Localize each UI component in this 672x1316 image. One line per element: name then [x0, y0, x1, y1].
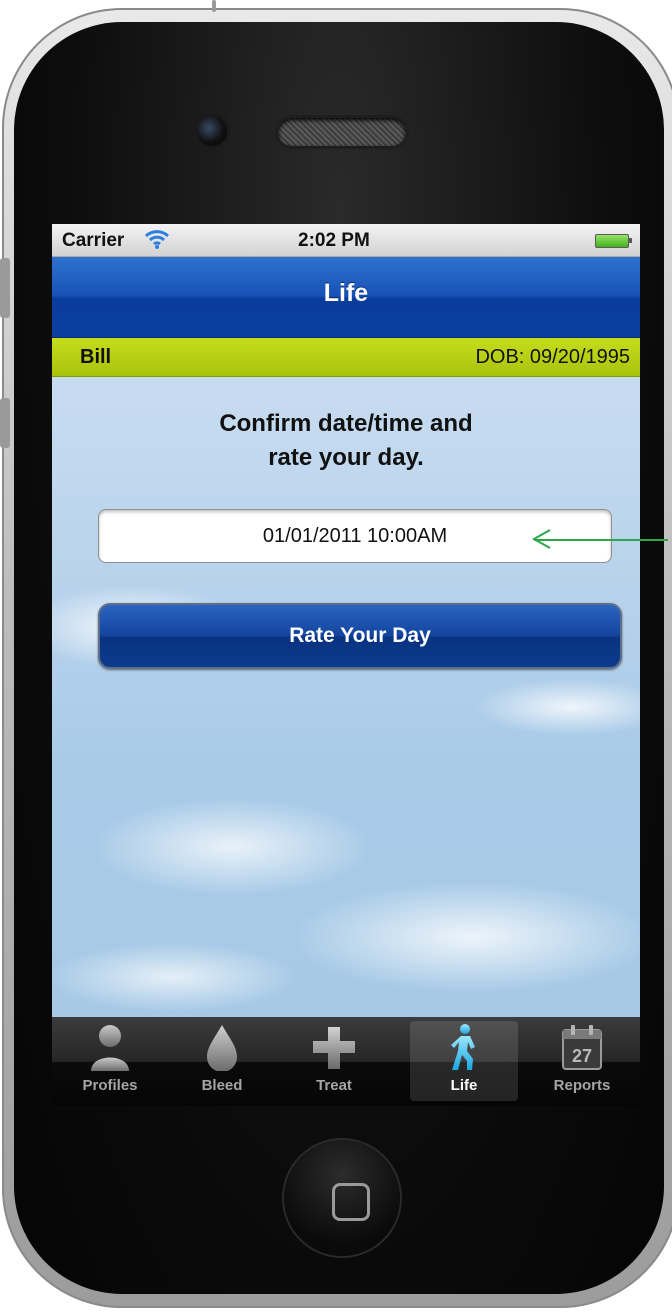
wifi-icon [144, 230, 170, 249]
rate-your-day-button[interactable]: Rate Your Day [98, 603, 622, 669]
status-time: 2:02 PM [298, 230, 370, 251]
annotation-arrow-line [534, 539, 668, 541]
front-camera [197, 116, 227, 146]
calendar-day-number: 27 [572, 1046, 592, 1066]
tab-reports[interactable]: 27 Reports [526, 1017, 638, 1106]
tab-life[interactable]: Life [410, 1021, 518, 1101]
app-screen: Carrier 2:02 PM Life Bill DOB: 09/20/199… [52, 224, 640, 1106]
tab-profiles[interactable]: Profiles [54, 1017, 166, 1106]
content-area: Confirm date/time and rate your day. 01/… [52, 377, 640, 1017]
patient-dob: DOB: 09/20/1995 [475, 346, 630, 368]
instruction-line-1: Confirm date/time and [219, 410, 473, 437]
home-square-icon [332, 1183, 370, 1221]
calendar-icon: 27 [562, 1025, 602, 1070]
instruction-line-2: rate your day. [268, 444, 424, 471]
battery-icon [595, 234, 629, 248]
tab-label-treat: Treat [316, 1077, 352, 1094]
earpiece-speaker [278, 118, 406, 146]
walking-person-icon [451, 1024, 475, 1070]
person-icon [91, 1025, 129, 1071]
battery-tip [629, 238, 632, 243]
navigation-bar: Life [52, 257, 640, 338]
carrier-label: Carrier [62, 230, 125, 251]
tab-treat[interactable]: Treat [278, 1017, 390, 1106]
patient-info-bar: Bill DOB: 09/20/1995 [52, 338, 640, 377]
tab-label-profiles: Profiles [82, 1077, 138, 1094]
patient-name: Bill [80, 346, 112, 368]
tab-label-reports: Reports [553, 1077, 611, 1094]
tab-bleed[interactable]: Bleed [166, 1017, 278, 1106]
side-button-vol-up [0, 258, 10, 318]
instruction-text: Confirm date/time and rate your day. [52, 407, 640, 475]
tab-label-life: Life [450, 1077, 478, 1094]
side-button-top [212, 0, 216, 12]
side-button-vol-down [0, 398, 10, 448]
annotation-arrow-head-icon [531, 529, 551, 549]
status-bar: Carrier 2:02 PM [52, 224, 640, 257]
page-title: Life [323, 279, 369, 307]
drop-icon [207, 1025, 237, 1071]
cross-icon [313, 1027, 355, 1069]
tab-bar: Profiles Bleed Treat Life 27 Reports [52, 1017, 640, 1106]
tab-label-bleed: Bleed [201, 1077, 243, 1094]
